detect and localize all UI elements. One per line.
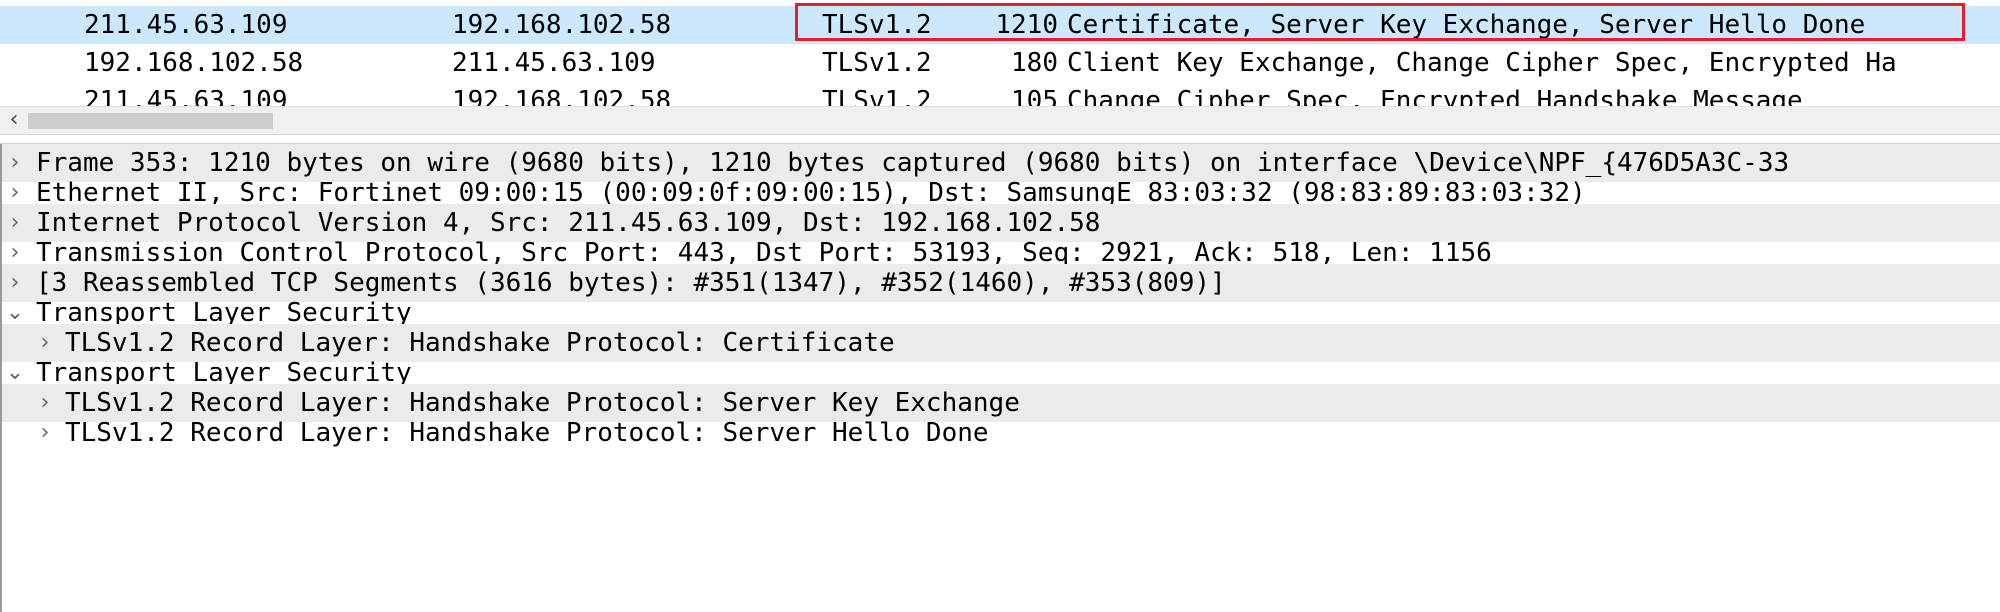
packet-details-tree: › Frame 353: 1210 bytes on wire (9680 bi… xyxy=(0,144,2000,612)
packet-length: 1210 xyxy=(995,10,1058,40)
packet-protocol: TLSv1.2 xyxy=(822,86,932,106)
tree-item-label: TLSv1.2 Record Layer: Handshake Protocol… xyxy=(65,418,989,448)
packet-protocol: TLSv1.2 xyxy=(822,10,932,40)
chevron-right-icon[interactable]: › xyxy=(34,414,56,452)
packet-source: 211.45.63.109 xyxy=(84,10,288,40)
pane-splitter[interactable] xyxy=(0,134,2000,144)
packet-row[interactable]: 211.45.63.109 192.168.102.58 TLSv1.2 121… xyxy=(0,6,2000,44)
packet-destination: 192.168.102.58 xyxy=(452,10,672,40)
packet-row[interactable]: 192.168.102.58 211.45.63.109 TLSv1.2 180… xyxy=(0,44,2000,82)
packet-source: 192.168.102.58 xyxy=(84,48,304,78)
scrollbar-thumb[interactable] xyxy=(28,113,273,129)
packet-destination: 192.168.102.58 xyxy=(452,86,672,106)
packet-length: 105 xyxy=(1011,86,1058,106)
packet-info: Certificate, Server Key Exchange, Server… xyxy=(1067,10,1866,40)
horizontal-scrollbar[interactable]: ‹ xyxy=(0,106,2000,134)
packet-info: Client Key Exchange, Change Cipher Spec,… xyxy=(1067,48,1897,78)
chevron-left-icon[interactable]: ‹ xyxy=(0,107,28,135)
pane-border xyxy=(0,144,2,612)
packet-info: Change Cipher Spec, Encrypted Handshake … xyxy=(1067,86,1803,106)
tree-item-tls-record[interactable]: › TLSv1.2 Record Layer: Handshake Protoc… xyxy=(0,414,2000,452)
packet-list: 211.45.63.109 192.168.102.58 TLSv1.2 121… xyxy=(0,0,2000,106)
packet-length: 180 xyxy=(1011,48,1058,78)
packet-destination: 211.45.63.109 xyxy=(452,48,656,78)
packet-protocol: TLSv1.2 xyxy=(822,48,932,78)
packet-source: 211.45.63.109 xyxy=(84,86,288,106)
packet-row[interactable]: 211.45.63.109 192.168.102.58 TLSv1.2 105… xyxy=(0,82,2000,106)
